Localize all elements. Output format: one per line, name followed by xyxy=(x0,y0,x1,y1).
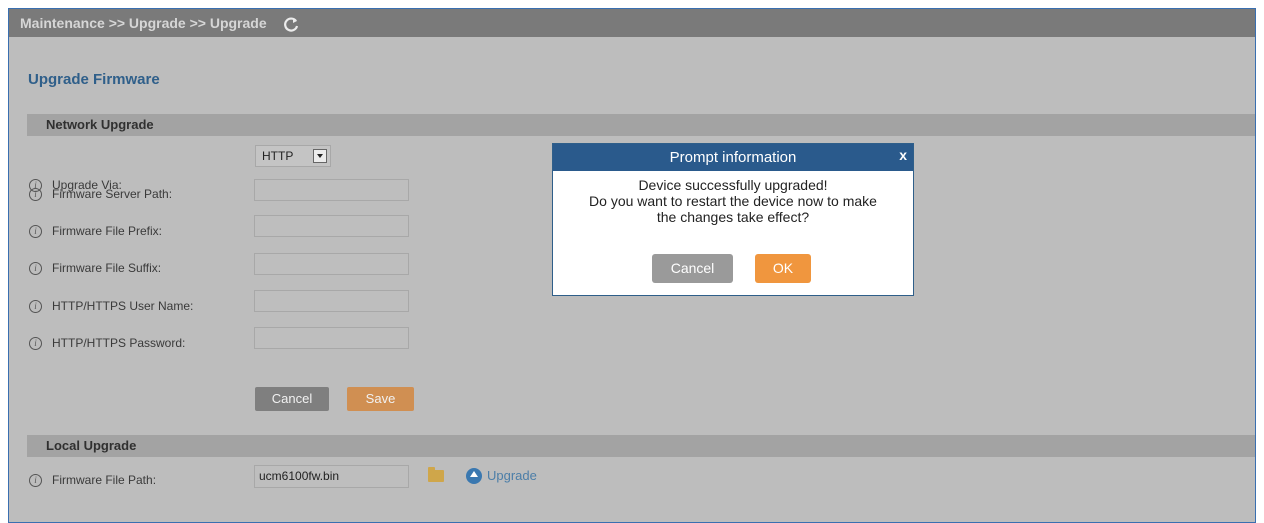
file-suffix-input[interactable] xyxy=(254,253,409,275)
row-file-prefix: i Firmware File Prefix: xyxy=(29,221,162,241)
prompt-dialog: Prompt information x Device successfully… xyxy=(552,143,914,296)
page-title: Upgrade Firmware xyxy=(28,71,160,88)
server-path-input[interactable] xyxy=(254,179,409,201)
folder-icon[interactable] xyxy=(428,467,444,482)
dialog-title: Prompt information xyxy=(669,149,797,166)
chevron-down-icon[interactable] xyxy=(313,149,327,163)
dialog-header: Prompt information x xyxy=(553,144,913,171)
row-file-path: i Firmware File Path: xyxy=(29,470,156,490)
info-icon[interactable]: i xyxy=(29,188,42,202)
file-suffix-label: Firmware File Suffix: xyxy=(52,261,162,275)
section-local-upgrade: Local Upgrade xyxy=(27,435,1255,457)
file-prefix-input[interactable] xyxy=(254,215,409,237)
info-icon[interactable]: i xyxy=(29,225,42,239)
dialog-line-3: the changes take effect? xyxy=(656,209,810,225)
upload-icon[interactable] xyxy=(466,468,482,484)
password-label: HTTP/HTTPS Password: xyxy=(52,336,186,350)
info-icon[interactable]: i xyxy=(29,474,42,488)
cancel-button[interactable]: Cancel xyxy=(255,387,329,411)
file-path-label: Firmware File Path: xyxy=(52,473,157,487)
section-network-upgrade: Network Upgrade xyxy=(27,114,1255,136)
row-user-name: i HTTP/HTTPS User Name: xyxy=(29,296,193,316)
refresh-icon[interactable] xyxy=(281,14,301,34)
upgrade-link[interactable]: Upgrade xyxy=(487,467,537,485)
dialog-cancel-button[interactable]: Cancel xyxy=(652,254,733,283)
dialog-line-1: Device successfully upgraded! xyxy=(638,177,828,193)
breadcrumb: Maintenance >> Upgrade >> Upgrade xyxy=(20,15,267,31)
row-server-path: i Firmware Server Path: xyxy=(29,184,172,204)
dialog-ok-button[interactable]: OK xyxy=(755,254,811,283)
server-path-label: Firmware Server Path: xyxy=(52,187,173,201)
info-icon[interactable]: i xyxy=(29,262,42,276)
upgrade-via-select[interactable]: HTTP xyxy=(255,145,331,167)
save-button[interactable]: Save xyxy=(347,387,414,411)
breadcrumb-bar: Maintenance >> Upgrade >> Upgrade xyxy=(9,9,1255,37)
row-file-suffix: i Firmware File Suffix: xyxy=(29,258,161,278)
user-name-input[interactable] xyxy=(254,290,409,312)
user-name-label: HTTP/HTTPS User Name: xyxy=(52,299,194,313)
info-icon[interactable]: i xyxy=(29,337,42,351)
app-frame: Maintenance >> Upgrade >> Upgrade Upgrad… xyxy=(8,8,1256,523)
info-icon[interactable]: i xyxy=(29,300,42,314)
password-input[interactable] xyxy=(254,327,409,349)
file-path-input[interactable]: ucm6100fw.bin xyxy=(254,465,409,488)
file-prefix-label: Firmware File Prefix: xyxy=(52,224,163,238)
dialog-message: Device successfully upgraded! Do you wan… xyxy=(553,171,913,225)
dialog-line-2: Do you want to restart the device now to… xyxy=(589,193,877,209)
close-icon[interactable]: x xyxy=(899,144,907,166)
row-password: i HTTP/HTTPS Password: xyxy=(29,333,185,353)
upgrade-via-value: HTTP xyxy=(262,149,294,163)
